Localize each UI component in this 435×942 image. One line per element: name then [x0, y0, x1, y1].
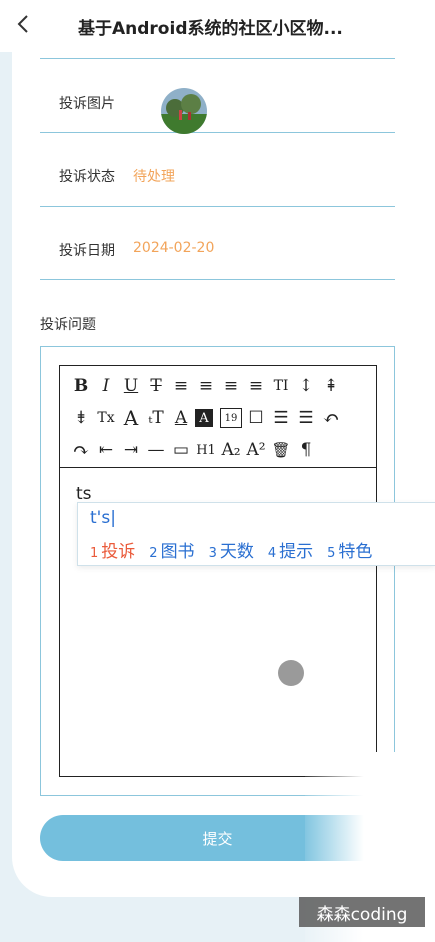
undo-icon[interactable]: ↶	[320, 406, 342, 430]
horizontal-rule-icon[interactable]: —	[145, 438, 167, 462]
align-right-icon[interactable]: ≡	[220, 374, 242, 398]
date-label: 投诉日期	[59, 243, 115, 259]
complaint-image-thumbnail[interactable]	[161, 88, 207, 134]
ime-candidate[interactable]: 3 天数	[209, 537, 254, 562]
redo-icon[interactable]: ↷	[70, 438, 92, 462]
paragraph-spacing-below-icon[interactable]: ⇟	[70, 406, 92, 430]
align-justify-icon[interactable]: ≡	[245, 374, 267, 398]
align-left-icon[interactable]: ≡	[170, 374, 192, 398]
candidate-number: 5	[327, 546, 336, 561]
back-arrow-icon[interactable]	[12, 12, 34, 36]
line-height-icon[interactable]: ↕	[295, 374, 317, 398]
italic-icon[interactable]: I	[95, 374, 117, 398]
status-row: 投诉状态 待处理	[40, 133, 395, 207]
drag-handle[interactable]	[278, 660, 304, 686]
ime-candidate-popup: t's| 1 投诉 2 图书 3 天数 4 提示 5 特色	[77, 502, 435, 566]
editor-toolbar: B I U T ≡ ≡ ≡ ≡ TI ↕ ⇞ ⇟ Tx A ₜT A A 19 …	[60, 366, 376, 468]
clear-format-icon[interactable]: Tx	[95, 406, 117, 430]
editor-container: B I U T ≡ ≡ ≡ ≡ TI ↕ ⇞ ⇟ Tx A ₜT A A 19 …	[40, 346, 395, 796]
calendar-icon[interactable]: 19	[220, 408, 242, 428]
ime-composition-text: t's	[90, 508, 111, 528]
insert-image-icon[interactable]: ▭	[170, 438, 192, 462]
align-center-icon[interactable]: ≡	[195, 374, 217, 398]
bold-icon[interactable]: B	[70, 374, 92, 398]
toolbar-row-1: B I U T ≡ ≡ ≡ ≡ TI ↕ ⇞	[70, 372, 345, 400]
status-label: 投诉状态	[59, 169, 115, 185]
question-label: 投诉问题	[40, 317, 96, 333]
pilcrow-icon[interactable]: ¶	[295, 438, 317, 462]
image-label: 投诉图片	[59, 96, 115, 112]
candidate-number: 4	[267, 546, 277, 561]
indent-icon[interactable]: ⇥	[120, 438, 142, 462]
ime-caret: |	[110, 508, 116, 528]
strikethrough-icon[interactable]: T	[145, 374, 167, 398]
font-family-icon[interactable]: A	[120, 406, 142, 430]
ime-candidate[interactable]: 5 特色	[327, 537, 372, 562]
heading-icon[interactable]: H1	[195, 438, 217, 462]
ime-candidate[interactable]: 2 图书	[149, 537, 194, 562]
background-color-icon[interactable]: A	[195, 409, 213, 427]
image-row: 投诉图片	[40, 60, 395, 134]
unordered-list-icon[interactable]: ☰	[295, 406, 317, 430]
toolbar-row-3: ↷ ⇤ ⇥ — ▭ H1 A₂ A² 🗑 ¶	[70, 436, 320, 464]
paragraph-spacing-above-icon[interactable]: ⇞	[320, 374, 342, 398]
watermark: 森森coding	[299, 897, 425, 927]
font-color-icon[interactable]: A	[170, 406, 192, 430]
candidate-text: 特色	[338, 542, 373, 562]
ime-candidates: 1 投诉 2 图书 3 天数 4 提示 5 特色	[90, 537, 386, 562]
editor-content[interactable]: ts	[76, 484, 92, 504]
ime-composition: t's|	[90, 508, 116, 528]
page-title: 基于Android系统的社区小区物...	[78, 19, 343, 39]
underline-icon[interactable]: U	[120, 374, 142, 398]
row-divider-top	[40, 51, 395, 59]
candidate-number: 3	[208, 546, 217, 561]
toolbar-row-2: ⇟ Tx A ₜT A A 19 ☐ ☰ ☰ ↶	[70, 404, 345, 432]
date-value: 2024-02-20	[133, 240, 215, 256]
superscript-icon[interactable]: A²	[245, 438, 267, 462]
rich-text-editor[interactable]: B I U T ≡ ≡ ≡ ≡ TI ↕ ⇞ ⇟ Tx A ₜT A A 19 …	[59, 365, 377, 777]
date-row: 投诉日期 2024-02-20	[40, 207, 395, 280]
ime-candidate[interactable]: 1 投诉	[90, 537, 135, 562]
ime-candidate[interactable]: 4 提示	[268, 537, 313, 562]
top-bar: 基于Android系统的社区小区物...	[0, 0, 435, 52]
candidate-text: 图书	[160, 542, 195, 562]
candidate-text: 提示	[279, 542, 314, 562]
subscript-icon[interactable]: A₂	[220, 438, 242, 462]
outdent-icon[interactable]: ⇤	[95, 438, 117, 462]
text-size-icon[interactable]: ₜT	[145, 406, 167, 430]
status-value: 待处理	[133, 169, 175, 185]
clipboard-icon[interactable]: ☐	[245, 406, 267, 430]
trash-icon[interactable]: 🗑	[270, 438, 292, 462]
candidate-text: 投诉	[101, 542, 136, 562]
candidate-number: 1	[90, 546, 99, 561]
candidate-number: 2	[149, 546, 158, 561]
candidate-text: 天数	[219, 542, 254, 562]
ordered-list-icon[interactable]: ☰	[270, 406, 292, 430]
font-size-icon[interactable]: TI	[270, 374, 292, 398]
